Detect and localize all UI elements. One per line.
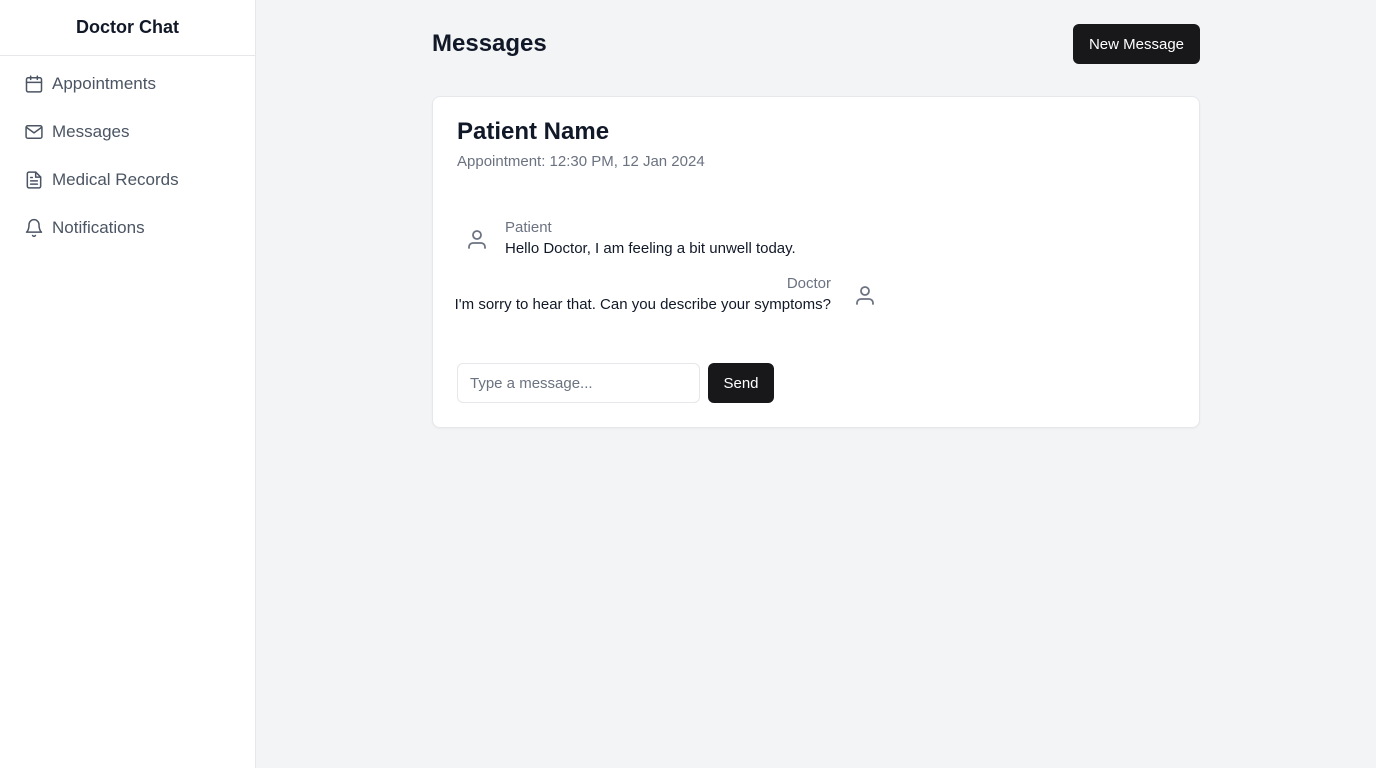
sidebar-item-messages[interactable]: Messages	[0, 108, 255, 156]
sidebar-item-label: Messages	[52, 122, 130, 141]
user-icon	[465, 227, 489, 251]
sidebar-item-notifications[interactable]: Notifications	[0, 204, 255, 252]
message-sender: Doctor	[786, 275, 831, 292]
sidebar-item-appointments[interactable]: Appointments	[0, 60, 255, 108]
app-title: Doctor Chat	[0, 0, 255, 56]
message-text: I'm sorry to hear that. Can you describe…	[454, 296, 831, 313]
conversation-card: Patient Name Appointment: 12:30 PM, 12 J…	[432, 96, 1200, 428]
user-icon	[853, 283, 877, 307]
new-message-button[interactable]: New Message	[1073, 24, 1200, 64]
send-button[interactable]: Send	[708, 363, 774, 403]
main-header: Messages New Message	[432, 24, 1200, 64]
document-icon	[24, 170, 44, 190]
calendar-icon	[24, 74, 44, 94]
sidebar-item-label: Notifications	[52, 218, 145, 237]
sidebar-item-label: Medical Records	[52, 170, 179, 189]
page-title: Messages	[432, 30, 547, 57]
message-composer: Send	[457, 363, 774, 403]
sidebar-item-medical-records[interactable]: Medical Records	[0, 156, 255, 204]
sidebar-item-label: Appointments	[52, 74, 156, 93]
message-doctor: Doctor I'm sorry to hear that. Can you d…	[454, 275, 877, 315]
patient-name: Patient Name	[457, 118, 610, 145]
message-text: Hello Doctor, I am feeling a bit unwell …	[505, 240, 796, 257]
sidebar: Doctor Chat Appointments Messages Medica…	[0, 0, 256, 768]
message-input[interactable]	[457, 363, 700, 403]
message-sender: Patient	[505, 219, 552, 236]
appointment-info: Appointment: 12:30 PM, 12 Jan 2024	[457, 153, 705, 170]
mail-icon	[24, 122, 44, 142]
bell-icon	[24, 218, 44, 238]
sidebar-nav: Appointments Messages Medical Records No…	[0, 56, 255, 252]
